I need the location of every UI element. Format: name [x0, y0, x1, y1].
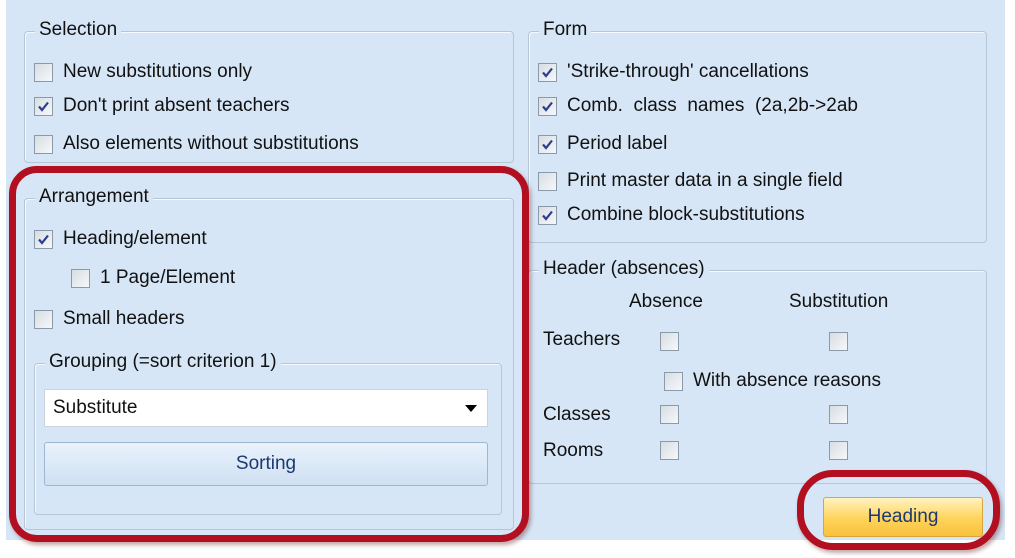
checkbox-box[interactable]	[664, 371, 683, 391]
form-title: Form	[539, 19, 592, 41]
checkmark-icon	[38, 234, 49, 245]
row-teachers-label: Teachers	[543, 329, 621, 350]
row-classes-label: Classes	[543, 404, 611, 425]
dropdown-arrow-icon[interactable]	[465, 405, 477, 412]
with-absence-reasons-checkbox[interactable]: With absence reasons	[664, 370, 881, 392]
row-rooms-label: Rooms	[543, 440, 604, 461]
dont-print-absent-teachers-checkbox[interactable]: Don't print absent teachers	[34, 95, 289, 117]
header-absences-title: Header (absences)	[539, 258, 709, 280]
heading-element-label: Heading/element	[63, 228, 207, 249]
small-headers-label: Small headers	[63, 308, 185, 329]
checkbox-box[interactable]	[71, 268, 90, 288]
with-absence-reasons-label: With absence reasons	[693, 370, 881, 391]
grouping-selected-value: Substitute	[53, 397, 138, 418]
checkbox-box[interactable]	[538, 171, 557, 191]
period-label-text: Period label	[567, 133, 668, 154]
sorting-button-label: Sorting	[235, 453, 297, 474]
checkmark-icon	[542, 210, 553, 221]
grouping-dropdown[interactable]: Substitute	[44, 389, 488, 427]
heading-button[interactable]: Heading	[823, 497, 983, 537]
comb-class-names-label: Comb. class names (2a,2b->2ab	[567, 95, 858, 116]
combine-block-substitutions-checkbox[interactable]: Combine block-substitutions	[538, 204, 805, 226]
checkbox-box-checked[interactable]	[538, 134, 557, 154]
checkmark-icon	[38, 101, 49, 112]
teachers-substitution-checkbox[interactable]	[829, 332, 848, 351]
checkbox-box-checked[interactable]	[538, 205, 557, 225]
checkbox-box-checked[interactable]	[538, 96, 557, 116]
heading-button-label: Heading	[867, 506, 939, 527]
page-element-checkbox[interactable]: 1 Page/Element	[71, 267, 235, 289]
checkbox-box[interactable]	[34, 134, 53, 154]
classes-absence-checkbox[interactable]	[660, 405, 679, 424]
sorting-button[interactable]: Sorting	[44, 442, 488, 486]
dont-print-absent-teachers-label: Don't print absent teachers	[63, 95, 290, 116]
strike-through-label: 'Strike-through' cancellations	[567, 61, 809, 82]
also-elements-without-substitutions-checkbox[interactable]: Also elements without substitutions	[34, 133, 359, 155]
left-edge	[0, 0, 6, 558]
strike-through-checkbox[interactable]: 'Strike-through' cancellations	[538, 61, 809, 83]
checkmark-icon	[542, 139, 553, 150]
small-headers-checkbox[interactable]: Small headers	[34, 308, 184, 330]
rooms-absence-checkbox[interactable]	[660, 441, 679, 460]
period-label-checkbox[interactable]: Period label	[538, 133, 667, 155]
comb-class-names-checkbox[interactable]: Comb. class names (2a,2b->2ab	[538, 95, 858, 117]
page-element-label: 1 Page/Element	[100, 267, 236, 288]
checkbox-box[interactable]	[34, 62, 53, 82]
teachers-absence-checkbox[interactable]	[660, 332, 679, 351]
checkbox-box[interactable]	[34, 309, 53, 329]
classes-substitution-checkbox[interactable]	[829, 405, 848, 424]
col-absence-label: Absence	[629, 291, 703, 312]
heading-element-checkbox[interactable]: Heading/element	[34, 228, 207, 250]
checkmark-icon	[542, 67, 553, 78]
also-elements-label: Also elements without substitutions	[63, 133, 359, 154]
new-substitutions-only-checkbox[interactable]: New substitutions only	[34, 61, 252, 83]
bottom-edge	[0, 540, 1015, 558]
checkbox-box-checked[interactable]	[538, 62, 557, 82]
right-edge	[1005, 0, 1015, 558]
grouping-title: Grouping (=sort criterion 1)	[45, 351, 281, 373]
rooms-substitution-checkbox[interactable]	[829, 441, 848, 460]
grouping-group: Grouping (=sort criterion 1)	[34, 351, 502, 515]
new-substitutions-only-label: New substitutions only	[63, 61, 253, 82]
checkbox-box-checked[interactable]	[34, 96, 53, 116]
print-master-data-checkbox[interactable]: Print master data in a single field	[538, 170, 843, 192]
selection-title: Selection	[35, 19, 122, 41]
arrangement-title: Arrangement	[35, 186, 153, 208]
combine-block-label: Combine block-substitutions	[567, 204, 805, 225]
checkmark-icon	[542, 101, 553, 112]
print-master-data-label: Print master data in a single field	[567, 170, 843, 191]
col-substitution-label: Substitution	[789, 291, 889, 312]
checkbox-box-checked[interactable]	[34, 229, 53, 249]
